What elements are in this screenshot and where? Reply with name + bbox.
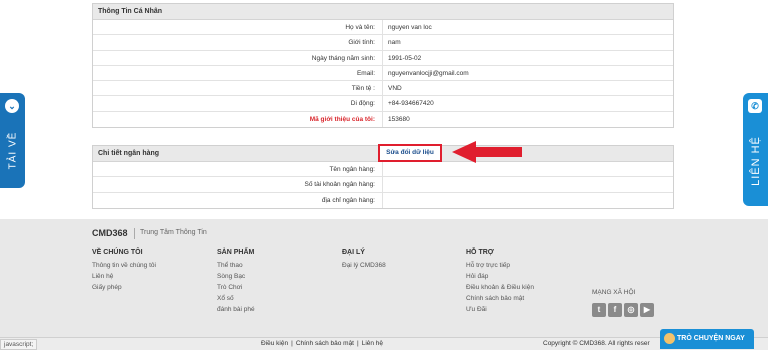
- bottom-link-contact[interactable]: Liên hệ: [362, 340, 383, 347]
- red-arrow-icon: [452, 141, 522, 163]
- chevron-down-icon: ⌄: [5, 99, 19, 113]
- weibo-icon[interactable]: ◎: [624, 303, 638, 317]
- bottom-links: Điều kiện | Chính sách bảo mật | Liên hệ: [261, 340, 384, 347]
- info-value: +84-934667420: [388, 100, 434, 108]
- info-value: nguyen van loc: [388, 24, 432, 31]
- facebook-icon[interactable]: f: [608, 303, 622, 317]
- bank-label: Tên ngân hàng:: [93, 162, 383, 177]
- phone-icon: ✆: [748, 99, 762, 113]
- footer-col-title: SẢN PHẨM: [217, 249, 255, 256]
- footer-link[interactable]: Điều khoản & Điều kiện: [466, 284, 534, 291]
- referral-code-label: Mã giới thiệu của tôi:: [93, 111, 383, 128]
- edit-data-link[interactable]: Sửa đổi dữ liệu: [378, 144, 442, 162]
- footer-link[interactable]: Giấy phép: [92, 284, 156, 291]
- info-label: Di động:: [93, 96, 383, 111]
- footer-col-title: HỖ TRỢ: [466, 249, 494, 256]
- bank-value: [383, 177, 673, 191]
- site-footer: CMD368 Trung Tâm Thông Tin VỀ CHÚNG TÔI …: [0, 219, 768, 337]
- contact-side-tab[interactable]: ✆ LIÊN HỆ: [743, 93, 768, 206]
- referral-code-value: 153680: [388, 115, 410, 123]
- footer-col-products: SẢN PHẨM Thể thao Sòng Bạc Trò Chơi Xổ s…: [217, 249, 255, 317]
- info-row-gender: Giới tính: nam: [93, 35, 673, 51]
- info-row-name: Họ và tên: nguyen van loc: [93, 20, 673, 36]
- footer-link[interactable]: Trò Chơi: [217, 284, 255, 291]
- footer-info-center: Trung Tâm Thông Tin: [140, 229, 207, 236]
- footer-link[interactable]: Hỏi đáp: [466, 273, 534, 280]
- info-label: Email:: [93, 65, 383, 81]
- info-row-mobile: Di động: +84-934667420: [93, 96, 673, 112]
- download-side-label: TẢI VỀ: [7, 131, 19, 170]
- info-row-referral-code: Mã giới thiệu của tôi: 153680: [93, 111, 673, 128]
- info-value: VND: [388, 85, 402, 93]
- footer-link[interactable]: Ưu Đãi: [466, 306, 534, 313]
- contact-side-label: LIÊN HỆ: [750, 136, 762, 186]
- bottom-link-privacy[interactable]: Chính sách bảo mật: [296, 340, 354, 347]
- bank-row-name: Tên ngân hàng:: [93, 162, 673, 178]
- bottom-link-terms[interactable]: Điều kiện: [261, 340, 288, 347]
- bank-value: [383, 193, 673, 208]
- footer-col-support: HỖ TRỢ Hỗ trợ trực tiếp Hỏi đáp Điều kho…: [466, 249, 534, 317]
- info-label: Giới tính:: [93, 35, 383, 50]
- bank-value: [383, 162, 673, 176]
- footer-link[interactable]: đánh bài phé: [217, 306, 255, 313]
- agent-avatar-icon: [664, 333, 675, 344]
- info-value: nguyenvanlocjji@gmail.com: [388, 69, 469, 77]
- footer-col-title: VỀ CHÚNG TÔI: [92, 249, 143, 256]
- personal-info-panel: Thông Tin Cá Nhân Họ và tên: nguyen van l…: [92, 3, 674, 129]
- twitter-icon[interactable]: t: [592, 303, 606, 317]
- footer-link[interactable]: Xổ số: [217, 295, 255, 302]
- footer-col-about: VỀ CHÚNG TÔI Thông tin về chúng tôi Liên…: [92, 249, 156, 295]
- footer-logo[interactable]: CMD368: [92, 228, 128, 238]
- bank-label: Số tài khoản ngân hàng:: [93, 177, 383, 192]
- info-row-email: Email: nguyenvanlocjji@gmail.com: [93, 65, 673, 82]
- footer-link[interactable]: Đại lý CMD368: [342, 262, 386, 269]
- info-label: Tiền tệ :: [93, 81, 383, 96]
- footer-col-title: ĐẠI LÝ: [342, 249, 365, 256]
- info-row-currency: Tiền tệ : VND: [93, 81, 673, 97]
- footer-link[interactable]: Hỗ trợ trực tiếp: [466, 262, 534, 269]
- live-chat-button[interactable]: TRÒ CHUYỆN NGAY: [660, 329, 754, 349]
- social-title: MẠNG XÃ HỘI: [592, 289, 636, 296]
- footer-link[interactable]: Thông tin về chúng tôi: [92, 262, 156, 269]
- footer-link[interactable]: Chính sách bảo mật: [466, 295, 534, 302]
- info-row-birthdate: Ngày tháng năm sinh: 1991-05-02: [93, 50, 673, 66]
- info-value: 1991-05-02: [388, 54, 422, 62]
- bank-row-address: địa chỉ ngân hàng:: [93, 192, 673, 208]
- bank-label: địa chỉ ngân hàng:: [93, 192, 383, 208]
- download-side-tab[interactable]: ⌄ TẢI VỀ: [0, 93, 25, 188]
- info-label: Họ và tên:: [93, 20, 383, 35]
- personal-info-title: Thông Tin Cá Nhân: [93, 4, 673, 20]
- brand-divider: [134, 228, 135, 239]
- youtube-icon[interactable]: ▶: [640, 303, 654, 317]
- copyright-text: Copyright © CMD368. All rights reser: [543, 340, 650, 347]
- footer-col-agent: ĐẠI LÝ Đại lý CMD368: [342, 249, 386, 273]
- footer-link[interactable]: Thể thao: [217, 262, 255, 269]
- browser-status-text: javascript;: [0, 339, 38, 350]
- footer-link[interactable]: Liên hệ: [92, 273, 156, 280]
- bank-row-account: Số tài khoản ngân hàng:: [93, 177, 673, 193]
- account-content: Thông Tin Cá Nhân Họ và tên: nguyen van l…: [0, 0, 768, 219]
- info-label: Ngày tháng năm sinh:: [93, 50, 383, 65]
- footer-link[interactable]: Sòng Bạc: [217, 273, 255, 280]
- social-icons: t f ◎ ▶: [592, 303, 654, 317]
- live-chat-label: TRÒ CHUYỆN NGAY: [677, 335, 745, 342]
- info-value: nam: [388, 39, 401, 47]
